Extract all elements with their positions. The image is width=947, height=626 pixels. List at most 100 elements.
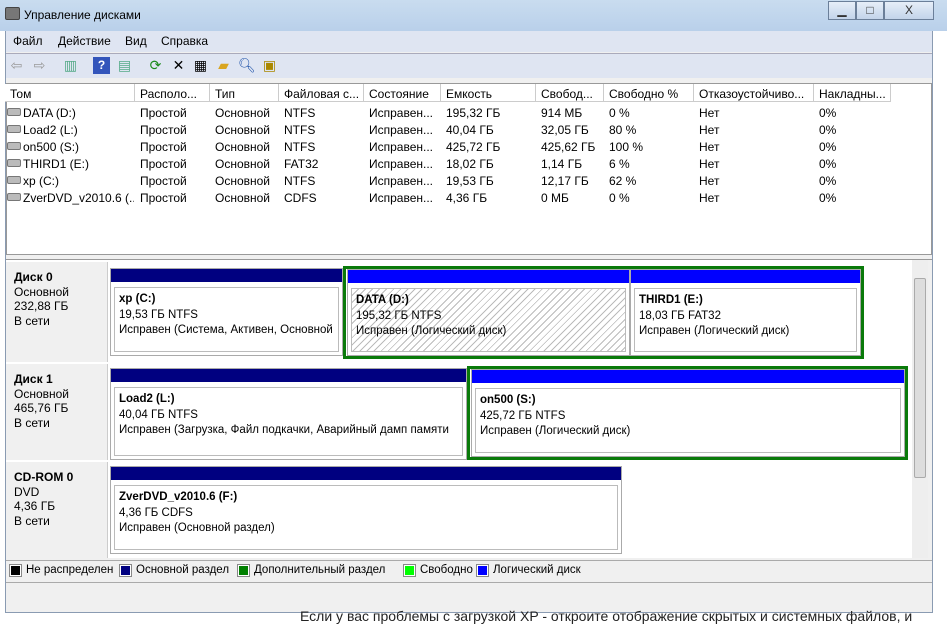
table-cell: 0% xyxy=(819,106,837,120)
table-cell: 425,72 ГБ xyxy=(446,140,501,154)
table-cell: Основной xyxy=(215,157,271,171)
legend-swatch xyxy=(476,563,489,577)
table-cell: NTFS xyxy=(284,106,316,120)
table-cell: Нет xyxy=(699,191,720,205)
menu-file[interactable]: Файл xyxy=(13,34,43,48)
table-cell: 195,32 ГБ xyxy=(446,106,501,120)
table-cell: 0% xyxy=(819,174,837,188)
cd-drive-icon xyxy=(7,193,21,201)
table-cell: CDFS xyxy=(284,191,317,205)
back-icon[interactable]: ⇦ xyxy=(8,57,25,74)
legend-label: Логический диск xyxy=(493,564,581,576)
column-header[interactable]: Накладны... xyxy=(814,84,891,102)
maximize-button[interactable]: □ xyxy=(856,1,884,20)
table-row[interactable]: Load2 (L:) Простой Основной NTFS Исправен...… xyxy=(6,121,906,138)
partition-on500[interactable]: on500 (S:) 425,72 ГБ NTFS Исправен (Логиче… xyxy=(471,369,905,457)
column-header[interactable]: Файловая с... xyxy=(279,84,364,102)
legend-swatch xyxy=(9,563,22,577)
table-cell: NTFS xyxy=(284,140,316,154)
table-row[interactable]: xp (C:) Простой Основной NTFS Исправен... 19,… xyxy=(6,172,906,189)
partition-name: on500 (S:) xyxy=(480,394,536,406)
table-cell: 80 % xyxy=(609,123,637,137)
table-cell: THIRD1 (E:) xyxy=(23,157,89,171)
table-row[interactable]: on500 (S:) Простой Основной NTFS Исправен...… xyxy=(6,138,906,155)
pane-splitter[interactable] xyxy=(6,256,932,260)
settings-icon[interactable]: ▣ xyxy=(261,57,278,74)
legend-label: Дополнительный раздел xyxy=(254,564,386,576)
scrollbar-thumb[interactable] xyxy=(914,278,926,478)
column-header[interactable]: Тип xyxy=(210,84,279,102)
table-cell: xp (C:) xyxy=(23,174,59,188)
column-header[interactable]: Свободно % xyxy=(604,84,694,102)
properties-icon[interactable]: ▦ xyxy=(192,57,209,74)
column-header[interactable]: Состояние xyxy=(364,84,441,102)
explore-icon[interactable]: 🔍︎ xyxy=(238,57,256,74)
partition-size: 4,36 ГБ CDFS xyxy=(119,506,193,519)
partition-zverdvd[interactable]: ZverDVD_v2010.6 (F:) 4,36 ГБ CDFS Исправен… xyxy=(110,466,622,554)
partition-status: Исправен (Система, Активен, Основной xyxy=(119,324,333,336)
forward-icon[interactable]: ⇨ xyxy=(31,57,48,74)
table-cell: 100 % xyxy=(609,140,644,154)
table-cell: NTFS xyxy=(284,174,316,188)
legend-item: Основной раздел xyxy=(119,563,229,577)
delete-icon[interactable]: ✕ xyxy=(170,57,187,74)
column-header[interactable]: Том xyxy=(5,84,135,102)
volume-icon xyxy=(7,142,21,150)
window-title: Управление дисками xyxy=(24,8,141,22)
help-icon[interactable]: ? xyxy=(93,57,110,74)
table-cell: Основной xyxy=(215,140,271,154)
disk-size: 232,88 ГБ xyxy=(14,299,69,313)
table-row[interactable]: ZverDVD_v2010.6 (... Простой Основной CDFS И… xyxy=(6,189,906,206)
table-cell: Исправен... xyxy=(369,174,434,188)
menu-view[interactable]: Вид xyxy=(125,34,147,48)
partition-status: Исправен (Основной раздел) xyxy=(119,522,275,534)
column-header[interactable]: Располо... xyxy=(135,84,210,102)
column-header[interactable]: Отказоустойчиво... xyxy=(694,84,814,102)
disk-1-label[interactable]: Диск 1 Основной 465,76 ГБ В сети xyxy=(6,364,108,460)
cdrom-0-label[interactable]: CD-ROM 0 DVD 4,36 ГБ В сети xyxy=(6,462,108,558)
partition-xp[interactable]: xp (C:) 19,53 ГБ NTFS Исправен (Система, А… xyxy=(110,268,343,356)
refresh-icon[interactable]: ⟳ xyxy=(147,57,164,74)
partition-size: 425,72 ГБ NTFS xyxy=(480,409,566,422)
legend-item: Логический диск xyxy=(476,563,581,577)
partition-name: xp (C:) xyxy=(119,293,156,305)
console-tree-icon[interactable]: ▥ xyxy=(62,57,79,74)
table-cell: 6 % xyxy=(609,157,630,171)
table-row[interactable]: THIRD1 (E:) Простой Основной FAT32 Исправен.… xyxy=(6,155,906,172)
close-button[interactable]: X xyxy=(884,1,934,20)
table-cell: Основной xyxy=(215,106,271,120)
partition-third1[interactable]: THIRD1 (E:) 18,03 ГБ FAT32 Исправен (Логич… xyxy=(630,269,861,356)
action-pane-icon[interactable]: ▤ xyxy=(116,57,133,74)
table-cell: NTFS xyxy=(284,123,316,137)
column-header[interactable]: Емкость xyxy=(441,84,536,102)
table-cell: 0% xyxy=(819,157,837,171)
table-cell: 1,14 ГБ xyxy=(541,157,583,171)
vertical-scrollbar[interactable] xyxy=(912,260,928,558)
partition-name: THIRD1 (E:) xyxy=(639,294,703,306)
open-icon[interactable]: ▰ xyxy=(215,57,232,74)
menu-help[interactable]: Справка xyxy=(161,34,208,48)
menu-action[interactable]: Действие xyxy=(58,34,111,48)
partition-size: 18,03 ГБ FAT32 xyxy=(639,309,721,322)
partition-size: 40,04 ГБ NTFS xyxy=(119,408,198,421)
disk-size: 465,76 ГБ xyxy=(14,401,69,415)
table-cell: DATA (D:) xyxy=(23,106,76,120)
table-cell: Исправен... xyxy=(369,140,434,154)
minimize-button[interactable]: ▁ xyxy=(828,1,856,20)
table-cell: Исправен... xyxy=(369,106,434,120)
volume-icon xyxy=(7,176,21,184)
table-cell: Нет xyxy=(699,123,720,137)
disk-management-icon xyxy=(5,7,20,20)
table-row[interactable]: DATA (D:) Простой Основной NTFS Исправен... 1… xyxy=(6,104,906,121)
partition-data[interactable]: DATA (D:) 195,32 ГБ NTFS Исправен (Логичес… xyxy=(347,269,630,356)
legend-swatch xyxy=(237,563,250,577)
table-cell: Простой xyxy=(140,157,187,171)
table-cell: 0% xyxy=(819,123,837,137)
table-cell: Нет xyxy=(699,174,720,188)
partition-load2[interactable]: Load2 (L:) 40,04 ГБ NTFS Исправен (Загрузк… xyxy=(110,368,467,460)
column-header[interactable]: Свобод... xyxy=(536,84,604,102)
disk-status: В сети xyxy=(14,513,50,528)
disk-name: Диск 1 xyxy=(14,372,53,386)
disk-0-label[interactable]: Диск 0 Основной 232,88 ГБ В сети xyxy=(6,262,108,362)
volume-icon xyxy=(7,108,21,116)
